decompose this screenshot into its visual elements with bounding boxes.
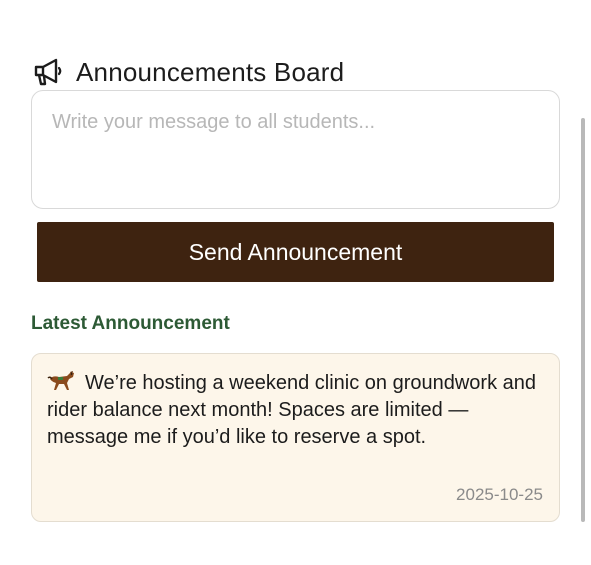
announcement-date: 2025-10-25	[456, 485, 543, 504]
page-title: Announcements Board	[76, 56, 345, 87]
announcement-message: We’re hosting a weekend clinic on ground…	[47, 372, 537, 448]
announcement-card: We’re hosting a weekend clinic on ground…	[31, 353, 560, 522]
announcement-body: We’re hosting a weekend clinic on ground…	[47, 370, 542, 451]
send-announcement-button[interactable]: Send Announcement	[37, 222, 554, 282]
scrollbar-thumb[interactable]	[581, 118, 585, 522]
latest-announcement-heading: Latest Announcement	[31, 313, 230, 334]
board-header: Announcements Board	[32, 54, 344, 90]
scrollbar[interactable]	[581, 118, 587, 522]
message-input[interactable]	[31, 90, 560, 209]
megaphone-icon	[32, 56, 64, 88]
horse-icon	[47, 370, 77, 392]
